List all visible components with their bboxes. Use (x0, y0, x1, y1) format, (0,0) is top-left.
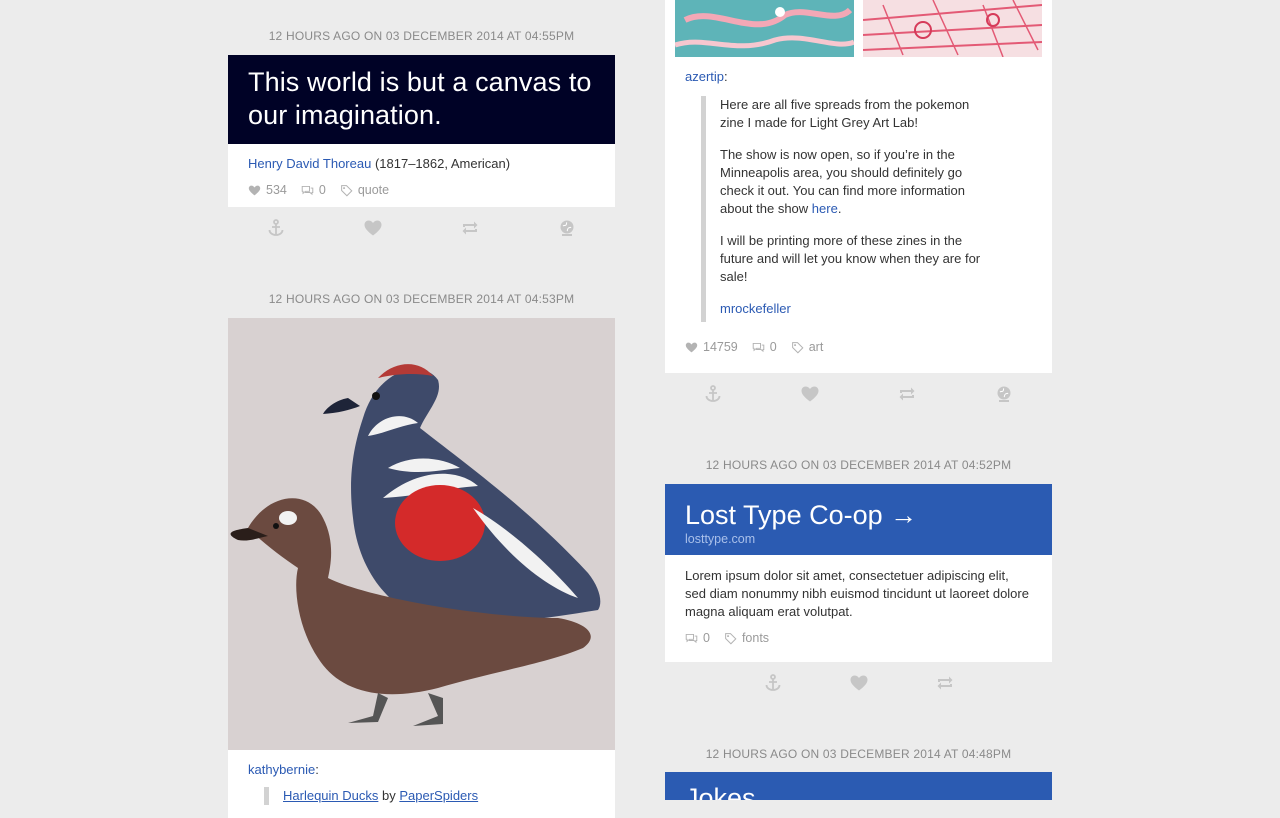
comments-count[interactable]: 0 (752, 340, 777, 354)
tag-item[interactable]: fonts (724, 631, 769, 645)
zine-thumbnail-2[interactable] (863, 0, 1042, 57)
tag-label: quote (357, 183, 390, 197)
anchor-icon[interactable] (266, 218, 286, 238)
post-meta: 534 0 quote (228, 171, 615, 208)
globe-icon[interactable] (994, 384, 1014, 404)
comment-icon (752, 342, 765, 352)
comments-value: 0 (318, 183, 326, 197)
caption-quote: Harlequin Ducks by PaperSpiders (264, 787, 555, 805)
like-icon[interactable] (363, 218, 383, 238)
link-header[interactable]: Lost Type Co-op → losttype.com (665, 484, 1052, 555)
comments-count[interactable]: 0 (685, 631, 710, 645)
caption-quote: Here are all five spreads from the pokem… (701, 96, 992, 322)
comments-value: 0 (769, 340, 777, 354)
tag-label: fonts (741, 631, 770, 645)
likes-count[interactable]: 534 (248, 183, 287, 197)
author-info: (1817–1862, American) (371, 156, 511, 171)
reblogger-link[interactable]: kathybernie (248, 762, 315, 777)
photoset-caption: azertip: (665, 57, 1052, 84)
post-timestamp[interactable]: 12 HOURS AGO ON 03 DECEMBER 2014 AT 04:4… (665, 747, 1052, 761)
comment-icon (301, 185, 314, 195)
quote-paragraph-1: Here are all five spreads from the pokem… (720, 97, 970, 130)
quote-text: This world is but a canvas to our imagin… (248, 67, 592, 130)
like-icon[interactable] (849, 673, 869, 693)
quote-title-link[interactable]: Harlequin Ducks (283, 788, 378, 803)
post-meta: 14759 0 art (665, 322, 1052, 365)
post-timestamp[interactable]: 12 HOURS AGO ON 03 DECEMBER 2014 AT 04:5… (665, 458, 1052, 472)
quote-post: This world is but a canvas to our imagin… (228, 55, 615, 207)
post-actions (228, 207, 615, 249)
comment-icon (685, 633, 698, 643)
source-user-link[interactable]: mrockefeller (720, 301, 791, 316)
caption-colon: : (315, 762, 319, 777)
zine-thumbnail-1[interactable] (675, 0, 854, 57)
tag-label: art (808, 340, 824, 354)
photo-caption: kathybernie: (228, 750, 615, 777)
author-link[interactable]: Henry David Thoreau (248, 156, 371, 171)
tag-icon (791, 341, 804, 353)
heart-icon (248, 185, 261, 195)
quote-paragraph-3: I will be printing more of these zines i… (720, 233, 981, 284)
tag-icon (340, 184, 353, 196)
photoset-post: azertip: Here are all five spreads from … (665, 0, 1052, 373)
reblog-icon[interactable] (460, 218, 480, 238)
post-timestamp[interactable]: 12 HOURS AGO ON 03 DECEMBER 2014 AT 04:5… (228, 292, 615, 306)
post-actions (665, 373, 1052, 415)
link-title[interactable]: Lost Type Co-op → (685, 498, 1032, 532)
by-text: by (378, 788, 400, 803)
tag-item[interactable]: quote (340, 183, 389, 197)
likes-value: 14759 (703, 340, 738, 354)
text-post: Jokes (665, 772, 1052, 800)
link-url[interactable]: losttype.com (685, 532, 1032, 546)
anchor-icon[interactable] (763, 673, 783, 693)
post-timestamp[interactable]: 12 HOURS AGO ON 03 DECEMBER 2014 AT 04:5… (228, 29, 615, 43)
likes-count[interactable]: 14759 (685, 340, 738, 354)
duck-illustration (228, 318, 615, 750)
quote-source: Henry David Thoreau (1817–1862, American… (228, 144, 615, 171)
duck-photo[interactable] (228, 318, 615, 750)
reblog-icon[interactable] (935, 673, 955, 693)
comments-value: 0 (703, 631, 710, 645)
globe-icon[interactable] (557, 218, 577, 238)
post-actions (665, 662, 1052, 704)
reblog-icon[interactable] (897, 384, 917, 404)
show-info-link[interactable]: here (812, 201, 838, 216)
post-title[interactable]: Jokes (665, 772, 1052, 800)
quote-paragraph-2: The show is now open, so if you’re in th… (720, 147, 965, 216)
quote-block: This world is but a canvas to our imagin… (228, 55, 615, 144)
comments-count[interactable]: 0 (301, 183, 326, 197)
post-meta: 0 fonts (665, 621, 1052, 656)
artist-link[interactable]: PaperSpiders (399, 788, 478, 803)
tag-item[interactable]: art (791, 340, 824, 354)
likes-value: 534 (266, 183, 287, 197)
reblogger-link[interactable]: azertip (685, 69, 724, 84)
link-description: Lorem ipsum dolor sit amet, consectetuer… (685, 568, 1029, 619)
link-post: Lost Type Co-op → losttype.com Lorem ips… (665, 484, 1052, 662)
photo-post: kathybernie: Harlequin Ducks by PaperSpi… (228, 318, 615, 818)
heart-icon (685, 342, 698, 352)
caption-colon: : (724, 69, 728, 84)
anchor-icon[interactable] (703, 384, 723, 404)
tag-icon (725, 632, 737, 644)
like-icon[interactable] (800, 384, 820, 404)
photoset-row (665, 0, 1052, 57)
